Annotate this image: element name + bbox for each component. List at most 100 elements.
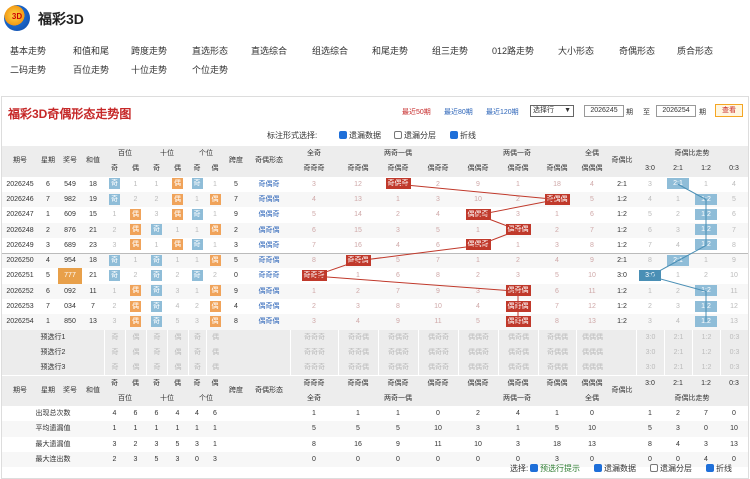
- table-cell: 11: [89, 287, 97, 295]
- preview-cell[interactable]: 奇: [188, 344, 206, 361]
- option-polyline[interactable]: 折线: [450, 130, 476, 141]
- preview-cell[interactable]: 偶: [206, 360, 224, 376]
- nav-item[interactable]: 直选综合: [251, 44, 287, 57]
- nav-item[interactable]: 跨度走势: [131, 44, 167, 57]
- preview-cell[interactable]: 奇: [104, 344, 125, 361]
- to-period-input[interactable]: 2026254: [656, 105, 696, 117]
- nav-item[interactable]: 基本走势: [10, 44, 46, 57]
- preview-cell[interactable]: 偶: [125, 329, 146, 345]
- footer-missing-data[interactable]: 遗漏数据: [594, 463, 636, 474]
- preview-cell[interactable]: 3:0: [636, 329, 664, 345]
- option-missing-data[interactable]: 遗漏数据: [339, 130, 381, 141]
- nav-item[interactable]: 奇偶形态: [619, 44, 655, 57]
- nav-item[interactable]: 组三走势: [432, 44, 468, 57]
- preview-cell[interactable]: 偶: [167, 360, 188, 376]
- preview-cell[interactable]: 偶奇偶: [498, 344, 538, 361]
- preview-cell[interactable]: 奇偶奇: [378, 329, 418, 345]
- table-cell: 1:2: [692, 223, 720, 238]
- preview-cell[interactable]: 偶: [125, 360, 146, 376]
- preview-cell[interactable]: 1:2: [692, 329, 720, 345]
- table-cell: 4: [676, 318, 680, 326]
- preview-cell[interactable]: 奇奇奇: [290, 329, 338, 345]
- table-cell: 2: [555, 226, 559, 234]
- preview-cell[interactable]: 奇: [146, 360, 167, 376]
- preview-cell[interactable]: 0:3: [720, 360, 748, 376]
- preview-cell[interactable]: 偶偶偶: [576, 344, 608, 361]
- preview-cell[interactable]: 3:0: [636, 360, 664, 376]
- stats-cell: 1: [213, 425, 217, 433]
- preview-cell[interactable]: 奇: [104, 360, 125, 376]
- preview-cell[interactable]: 奇偶奇: [378, 344, 418, 361]
- query-button[interactable]: 查看: [715, 104, 743, 117]
- preview-cell[interactable]: 奇: [188, 360, 206, 376]
- preview-cell[interactable]: 2:1: [664, 344, 692, 361]
- preview-cell[interactable]: 2:1: [664, 360, 692, 376]
- preview-cell[interactable]: 奇: [146, 344, 167, 361]
- table-cell: 8: [732, 241, 736, 249]
- preview-cell[interactable]: 0:3: [720, 329, 748, 345]
- header-cell: 奇偶形态: [248, 146, 290, 177]
- preview-cell[interactable]: 1:2: [692, 344, 720, 361]
- table-row[interactable]: 预选行1 奇偶奇偶奇偶奇奇奇 奇奇偶 奇偶奇 偶奇奇 偶偶奇 偶奇偶 奇偶偶 偶偶偶 3:0 2:1…: [2, 329, 748, 345]
- preview-cell[interactable]: 奇: [104, 329, 125, 345]
- preview-cell[interactable]: 奇奇偶: [338, 329, 378, 345]
- preview-cell[interactable]: 奇偶偶: [538, 360, 576, 376]
- preview-cell[interactable]: 奇: [146, 329, 167, 345]
- table-row[interactable]: 预选行2 奇偶奇偶奇偶奇奇奇 奇奇偶 奇偶奇 偶奇奇 偶偶奇 偶奇偶 奇偶偶 偶偶偶 3:0 2:1…: [2, 344, 748, 361]
- nav-item[interactable]: 和值和尾: [73, 44, 109, 57]
- preview-cell[interactable]: 奇奇奇: [290, 344, 338, 361]
- footer-preview-hint[interactable]: 预选行提示: [530, 463, 580, 474]
- preview-cell[interactable]: 偶: [206, 329, 224, 345]
- recent-50-link[interactable]: 最近50期: [402, 107, 431, 117]
- table-cell: 2:1: [664, 177, 692, 192]
- preview-cell[interactable]: 奇偶奇: [378, 360, 418, 376]
- preview-cell[interactable]: 3:0: [636, 344, 664, 361]
- preview-cell[interactable]: 奇: [188, 329, 206, 345]
- nav-item[interactable]: 组选综合: [312, 44, 348, 57]
- preview-cell[interactable]: 偶: [125, 344, 146, 361]
- preview-cell[interactable]: 偶偶奇: [458, 344, 498, 361]
- footer-polyline[interactable]: 折线: [706, 463, 732, 474]
- preview-cell[interactable]: 偶奇偶: [498, 329, 538, 345]
- from-period-input[interactable]: 2026245: [584, 105, 624, 117]
- nav-item[interactable]: 百位走势: [73, 63, 109, 76]
- preview-cell[interactable]: 偶: [167, 344, 188, 361]
- option-missing-layer[interactable]: 遗漏分层: [394, 130, 436, 141]
- nav-item[interactable]: 大小形态: [558, 44, 594, 57]
- select-period-dropdown[interactable]: 选择行: [530, 105, 574, 117]
- nav-item[interactable]: 012路走势: [492, 44, 534, 57]
- footer-missing-layer[interactable]: 遗漏分层: [650, 463, 692, 474]
- nav-item[interactable]: 直选形态: [192, 44, 228, 57]
- table-cell: 5: [234, 180, 238, 188]
- nav-item[interactable]: 十位走势: [131, 63, 167, 76]
- preview-cell[interactable]: 偶偶偶: [576, 360, 608, 376]
- nav-item[interactable]: 二码走势: [10, 63, 46, 76]
- preview-cell[interactable]: 奇奇偶: [338, 360, 378, 376]
- header-cell: 偶奇偶: [498, 161, 538, 177]
- preview-cell[interactable]: 奇偶偶: [538, 329, 576, 345]
- preview-cell[interactable]: 偶偶奇: [458, 360, 498, 376]
- preview-cell[interactable]: 偶偶偶: [576, 329, 608, 345]
- preview-cell[interactable]: 偶: [167, 329, 188, 345]
- table-cell: 3:0: [617, 272, 627, 280]
- preview-cell[interactable]: 2:1: [664, 329, 692, 345]
- preview-cell[interactable]: 0:3: [720, 344, 748, 361]
- preview-cell[interactable]: 偶奇奇: [418, 360, 458, 376]
- preview-cell[interactable]: 偶偶奇: [458, 329, 498, 345]
- preview-cell[interactable]: 奇奇奇: [290, 360, 338, 376]
- preview-cell[interactable]: 1:2: [692, 360, 720, 376]
- header-cell: 偶奇偶: [498, 375, 538, 391]
- preview-cell[interactable]: 偶奇奇: [418, 329, 458, 345]
- recent-120-link[interactable]: 最近120期: [486, 107, 519, 117]
- nav-item[interactable]: 和尾走势: [372, 44, 408, 57]
- nav-item[interactable]: 质合形态: [677, 44, 713, 57]
- preview-cell[interactable]: 偶奇偶: [498, 360, 538, 376]
- preview-cell[interactable]: 奇偶偶: [538, 344, 576, 361]
- preview-cell[interactable]: 偶: [206, 344, 224, 361]
- header-cell: 奇奇偶: [338, 161, 378, 177]
- preview-cell[interactable]: 偶奇奇: [418, 344, 458, 361]
- nav-item[interactable]: 个位走势: [192, 63, 228, 76]
- recent-80-link[interactable]: 最近80期: [444, 107, 473, 117]
- preview-cell[interactable]: 奇奇偶: [338, 344, 378, 361]
- table-row[interactable]: 预选行3 奇偶奇偶奇偶奇奇奇 奇奇偶 奇偶奇 偶奇奇 偶偶奇 偶奇偶 奇偶偶 偶偶偶 3:0 2:1…: [2, 360, 748, 376]
